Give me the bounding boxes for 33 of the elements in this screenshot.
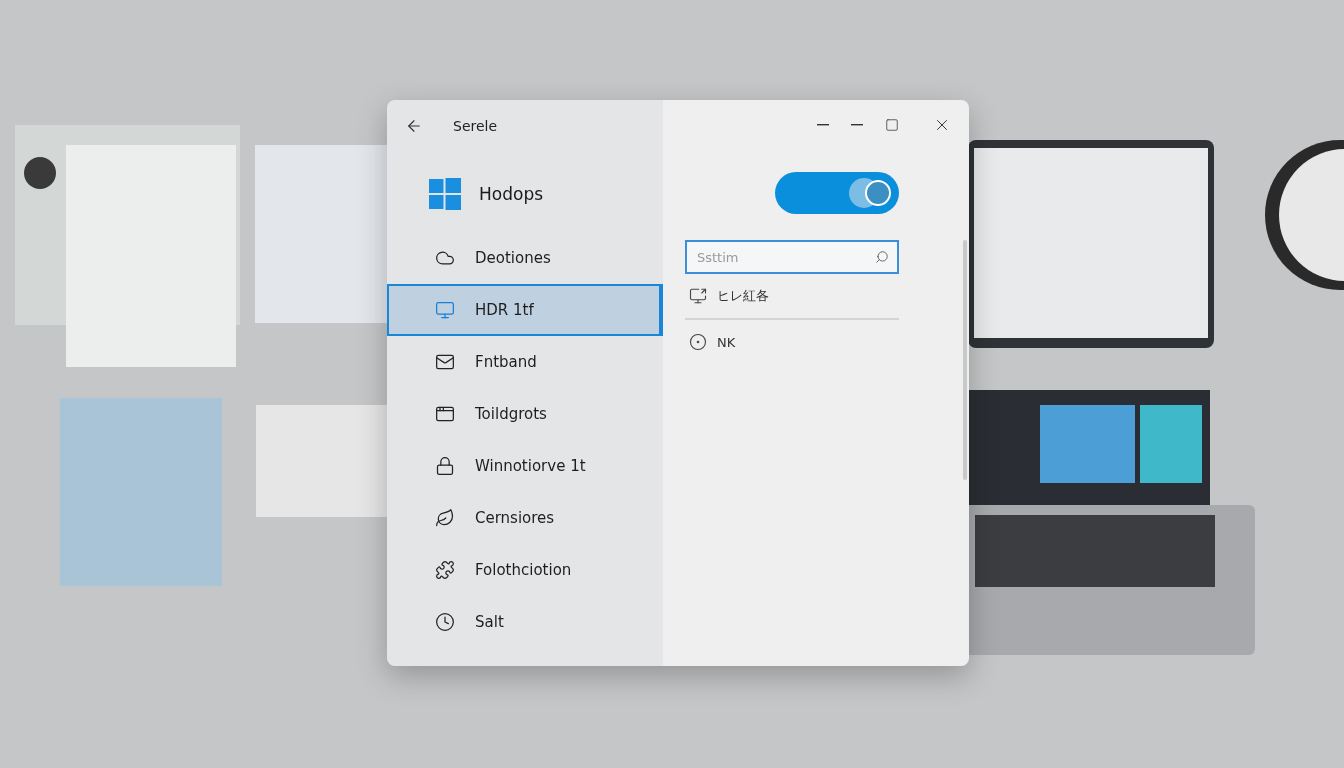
maximize-button[interactable]	[885, 118, 899, 132]
search-field[interactable]: Ssttim	[685, 240, 899, 274]
back-button[interactable]	[405, 117, 423, 135]
minus-icon	[851, 124, 863, 126]
lock-icon	[435, 456, 455, 476]
result-item[interactable]: NK	[717, 334, 736, 350]
square-icon	[885, 118, 899, 132]
window-title: Serele	[453, 118, 498, 134]
sidebar-item[interactable]: Folothciotion	[387, 544, 663, 596]
clock-icon	[435, 612, 455, 632]
sidebar-item[interactable]: Fntband	[387, 336, 663, 388]
minus-icon	[817, 124, 829, 126]
sidebar-item[interactable]: HDR 1tf	[387, 284, 663, 336]
circle-icon	[689, 333, 707, 351]
scrollbar[interactable]	[963, 240, 967, 480]
search-icon	[875, 250, 889, 264]
window-icon	[435, 404, 455, 424]
sidebar-item[interactable]: Cernsiores	[387, 492, 663, 544]
sidebar-item[interactable]: Winnotiorve 1t	[387, 440, 663, 492]
toggle-switch[interactable]	[775, 172, 899, 214]
minimize-button[interactable]	[817, 124, 829, 126]
puzzle-icon	[435, 560, 455, 580]
result-item[interactable]: ヒレ紅各	[717, 287, 769, 305]
mail-icon	[435, 352, 455, 372]
leaf-icon	[435, 508, 455, 528]
sidebar-item[interactable]: Salt	[387, 596, 663, 648]
minimize-button[interactable]	[851, 124, 863, 126]
windows-logo-icon	[429, 178, 461, 210]
sidebar-header: Hodops	[479, 184, 544, 204]
sidebar-item[interactable]: Deotiones	[387, 232, 663, 284]
sidebar-item[interactable]: Toildgrots	[387, 388, 663, 440]
monitor-icon	[435, 300, 455, 320]
screen-icon	[689, 287, 707, 305]
